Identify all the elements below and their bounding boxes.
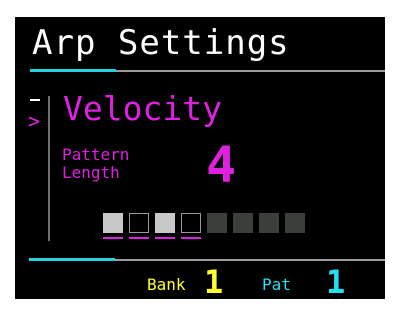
chevron-right-icon: >	[28, 109, 41, 133]
step-1-length-marker	[103, 237, 123, 239]
scroll-indicator	[30, 99, 40, 101]
parameter-name: Velocity	[63, 89, 222, 128]
bank-label: Bank	[147, 275, 186, 294]
field-label-line2: Length	[62, 163, 120, 182]
step-2-length-marker	[129, 237, 149, 239]
step-6[interactable]	[233, 213, 253, 233]
step-5[interactable]	[207, 213, 227, 233]
footer-rule	[115, 259, 385, 261]
step-1[interactable]	[103, 213, 123, 233]
field-label-line1: Pattern	[62, 145, 130, 164]
step-3-length-marker	[155, 237, 175, 239]
step-4[interactable]	[181, 213, 201, 233]
step-8[interactable]	[285, 213, 305, 233]
page-title: Arp Settings	[32, 23, 290, 63]
title-underline-accent	[30, 69, 116, 72]
pattern-value[interactable]: 1	[326, 264, 345, 299]
step-7[interactable]	[259, 213, 279, 233]
bank-value[interactable]: 1	[204, 264, 223, 299]
title-underline	[116, 70, 385, 72]
oled-screen: Arp Settings > Velocity Pattern Length 4…	[15, 17, 385, 299]
menu-divider	[48, 96, 50, 241]
pattern-length-value[interactable]: 4	[206, 135, 236, 195]
footer-rule-accent	[29, 258, 115, 261]
step-3[interactable]	[155, 213, 175, 233]
pattern-label: Pat	[262, 275, 291, 294]
step-4-length-marker	[181, 237, 201, 239]
step-2[interactable]	[129, 213, 149, 233]
